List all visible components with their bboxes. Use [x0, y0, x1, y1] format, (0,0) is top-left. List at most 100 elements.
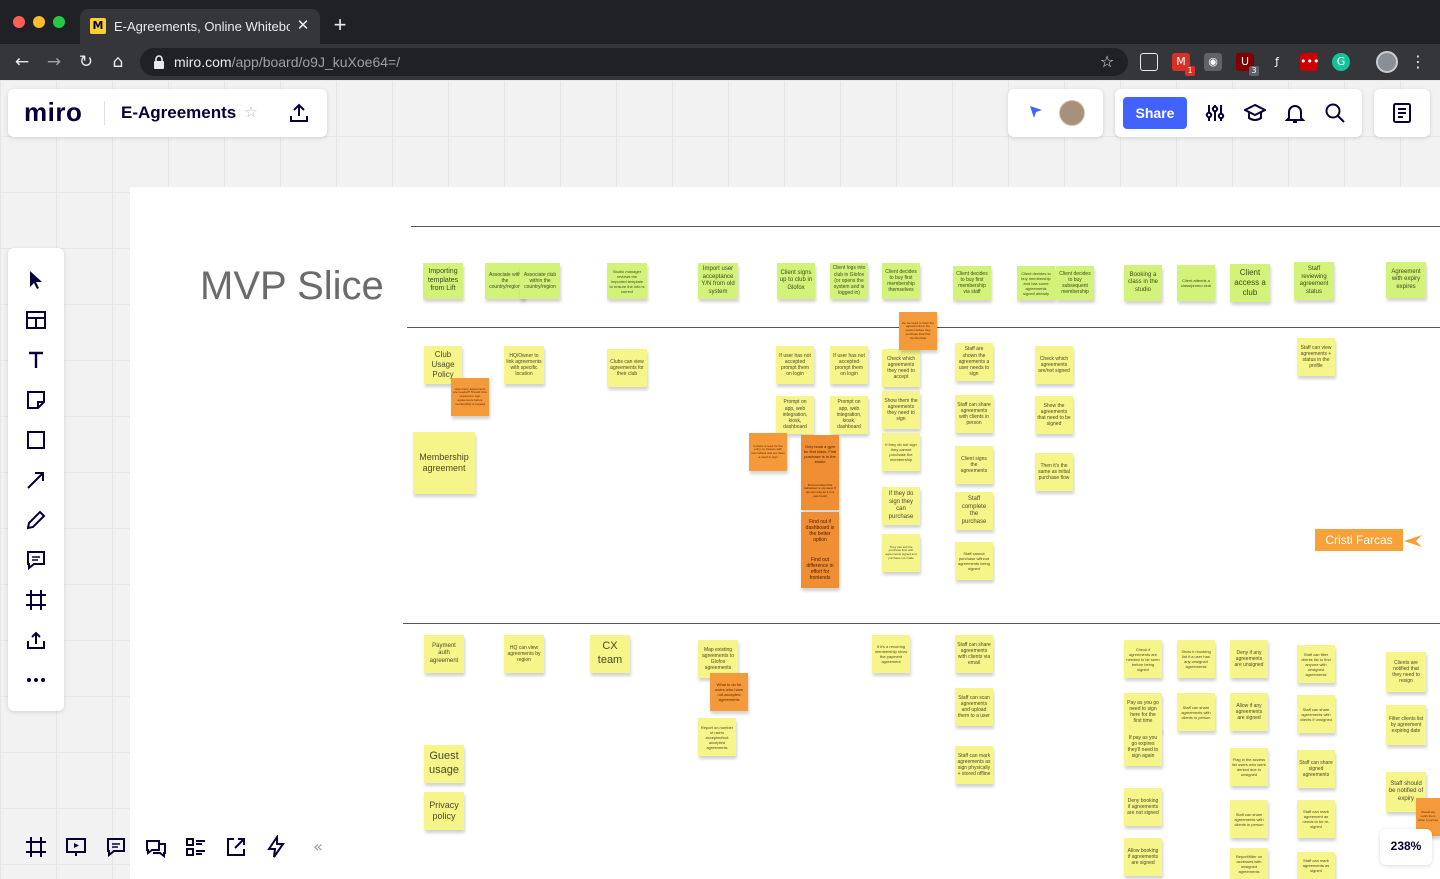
learning-cap-icon[interactable] — [1244, 102, 1266, 124]
connection-line-icon[interactable] — [24, 468, 48, 492]
share-screen-icon[interactable] — [224, 835, 248, 859]
text-tool-icon[interactable] — [24, 348, 48, 372]
sticky-note[interactable]: Only book a gym for first class. First p… — [801, 435, 839, 473]
cards-list-icon[interactable] — [184, 835, 208, 859]
frame-tool-icon[interactable] — [24, 588, 48, 612]
select-cursor-icon[interactable] — [24, 268, 48, 292]
sticky-note[interactable]: Client attends a class/promo club — [1177, 265, 1215, 301]
sticky-note[interactable]: If they do sign they can purchase — [882, 487, 920, 525]
reload-button[interactable]: ↻ — [75, 51, 97, 73]
sticky-note[interactable]: HQ/Owner to link agreements with specifi… — [504, 346, 544, 384]
sticky-note[interactable]: Clubs can view agreements for their club — [607, 349, 647, 387]
camera-icon[interactable]: ◉ — [1204, 53, 1222, 71]
grammarly-icon[interactable]: G — [1332, 53, 1350, 71]
new-tab-button[interactable]: + — [330, 14, 350, 36]
sticky-note[interactable]: Show the agreements that need to be sign… — [1035, 396, 1073, 434]
sticky-note[interactable]: Client decides to buy first membership v… — [953, 266, 991, 300]
bookmark-star-icon[interactable]: ☆ — [1096, 51, 1118, 73]
formula-icon[interactable]: ƒ — [1268, 53, 1286, 71]
sticky-note[interactable]: They can exit the purchase flow with agr… — [882, 534, 920, 572]
board-name[interactable]: E-Agreements — [121, 103, 236, 123]
sticky-note[interactable]: Staff are shown the agreements a user ne… — [955, 343, 993, 381]
sticky-note[interactable]: Report/filter on accesses with unsigned … — [1230, 848, 1268, 879]
window-close-button[interactable] — [13, 16, 25, 28]
sticky-note[interactable]: Client logs into club in Glofox (or open… — [830, 263, 868, 299]
sticky-note[interactable]: Show them the agreements they need to si… — [882, 391, 920, 429]
sticky-note[interactable]: Find out difference in effort for fronte… — [801, 550, 839, 588]
sticky-note[interactable]: If user has not accepted prompt them on … — [776, 346, 814, 384]
pen-icon[interactable] — [24, 508, 48, 532]
frames-icon[interactable] — [24, 835, 48, 859]
window-minimize-button[interactable] — [33, 16, 45, 28]
sticky-note[interactable]: Check which agreements they need to acce… — [882, 349, 920, 387]
sticky-note[interactable]: Agreement with expiry expires — [1386, 262, 1426, 298]
sticky-note[interactable]: Payment auth agreement — [424, 635, 464, 673]
sticky-note[interactable]: Filter clients list by agreement expirin… — [1386, 705, 1426, 745]
forward-button[interactable]: → — [43, 51, 65, 73]
lastpass-icon[interactable]: ••• — [1300, 53, 1319, 71]
sticky-note[interactable]: Flag in the access list users who were d… — [1230, 748, 1268, 786]
board-canvas[interactable] — [0, 80, 1440, 879]
sticky-note[interactable]: Staff can share agreements with clients … — [1297, 695, 1335, 733]
sticky-note[interactable]: Staff complete the purchase — [955, 492, 993, 530]
search-icon[interactable] — [1324, 102, 1346, 124]
sticky-note[interactable]: Studio manager reviews the imported temp… — [607, 263, 647, 299]
sticky-note[interactable]: Associate with the country/region — [485, 263, 525, 299]
sticky-note[interactable]: If it's a recurring membership show the … — [872, 635, 910, 673]
zoom-level[interactable]: 238% — [1380, 839, 1432, 853]
share-button[interactable]: Share — [1123, 97, 1187, 129]
address-bar[interactable]: miro.com/app/board/o9J_kuXoe64=/ ☆ — [140, 48, 1128, 76]
profile-avatar[interactable] — [1376, 51, 1398, 73]
sticky-note[interactable]: Importing templates from Lift — [423, 263, 463, 299]
sticky-note[interactable]: Then it's the same as initial purchase f… — [1035, 453, 1073, 491]
sticky-note[interactable]: Client decides to buy membership and has… — [1017, 266, 1055, 300]
sticky-note[interactable]: Pay as you go need to sign here for the … — [1124, 693, 1162, 731]
sticky-note[interactable]: Staff cannot purchase without agreements… — [955, 542, 993, 580]
home-button[interactable]: ⌂ — [107, 51, 129, 73]
ublock-icon[interactable]: U3 — [1236, 53, 1259, 76]
sticky-note[interactable]: If they do not sign they cannot purchase… — [882, 433, 920, 471]
sticky-note[interactable]: Client signs up to club in Glofox — [777, 263, 815, 299]
sticky-note[interactable]: Privacy policy — [424, 792, 464, 830]
sticky-note[interactable]: Prompt on app, web integration, kiosk, d… — [776, 396, 814, 434]
sticky-note[interactable]: Client signs the agreements — [955, 446, 993, 484]
notifications-bell-icon[interactable] — [1284, 102, 1306, 124]
sticky-note[interactable]: Import user acceptance Y/N from old syst… — [698, 263, 738, 299]
presentation-icon[interactable] — [64, 835, 88, 859]
sticky-note[interactable]: Staff can share agreements with clients … — [955, 635, 993, 673]
upload-icon[interactable] — [24, 628, 48, 652]
sticky-note[interactable]: Staff can mark agreement as needs to be … — [1297, 800, 1335, 838]
sticky-note[interactable]: Staff can mark agreements as signed — [1297, 852, 1335, 879]
lightning-icon[interactable] — [264, 835, 288, 859]
comments-icon[interactable] — [104, 835, 128, 859]
pocket-icon[interactable] — [1140, 53, 1158, 71]
browser-tab[interactable]: M E-Agreements, Online Whiteboard ✕ — [80, 9, 320, 44]
browser-menu-icon[interactable]: ⋮ — [1410, 51, 1426, 73]
sticky-note-icon[interactable] — [24, 388, 48, 412]
sticky-note[interactable]: If pay as you go expires they'll need to… — [1124, 728, 1162, 766]
notes-list-icon[interactable] — [1391, 102, 1413, 124]
sticky-note[interactable]: Staff can share signed agreements — [1297, 750, 1335, 788]
sticky-note[interactable]: If user has not accepted prompt them on … — [830, 346, 868, 384]
sticky-note[interactable]: Client decides to buy subsequent members… — [1056, 266, 1094, 300]
sticky-note[interactable]: Check if agreements are needed to be see… — [1124, 640, 1162, 678]
sticky-note[interactable]: Staff can mark agreements as sign physic… — [955, 746, 993, 784]
sticky-note[interactable]: Find out if dashboard is the better opti… — [801, 512, 839, 550]
sticky-note[interactable]: Show in booking list if a user has any u… — [1177, 640, 1215, 678]
sticky-note[interactable]: Deny booking if agreements are not signe… — [1124, 788, 1162, 826]
sticky-note[interactable]: Booking a class in the studio — [1124, 265, 1162, 301]
export-icon[interactable] — [288, 102, 310, 124]
sticky-note[interactable]: Client access a club — [1230, 264, 1270, 302]
sticky-note[interactable]: Find out when first behaviour is not use… — [801, 472, 839, 510]
sticky-note[interactable]: Staff can share agreements with clients … — [1177, 693, 1215, 731]
sticky-note[interactable]: Deny if any agreements are unsigned — [1230, 640, 1268, 678]
sticky-note[interactable]: Prompt on app, web integration, kiosk, d… — [830, 396, 868, 434]
tab-close-icon[interactable]: ✕ — [294, 17, 312, 35]
sticky-note[interactable]: Membership agreement — [413, 432, 475, 494]
sticky-note[interactable]: Staff can share agreements with clients … — [955, 395, 993, 433]
settings-sliders-icon[interactable] — [1204, 102, 1226, 124]
sticky-note[interactable]: Staff can filter clients list to find an… — [1297, 645, 1335, 683]
sticky-note[interactable]: Guest usage — [424, 745, 464, 783]
back-button[interactable]: ← — [11, 51, 33, 73]
collaborator-avatar[interactable] — [1059, 100, 1085, 126]
